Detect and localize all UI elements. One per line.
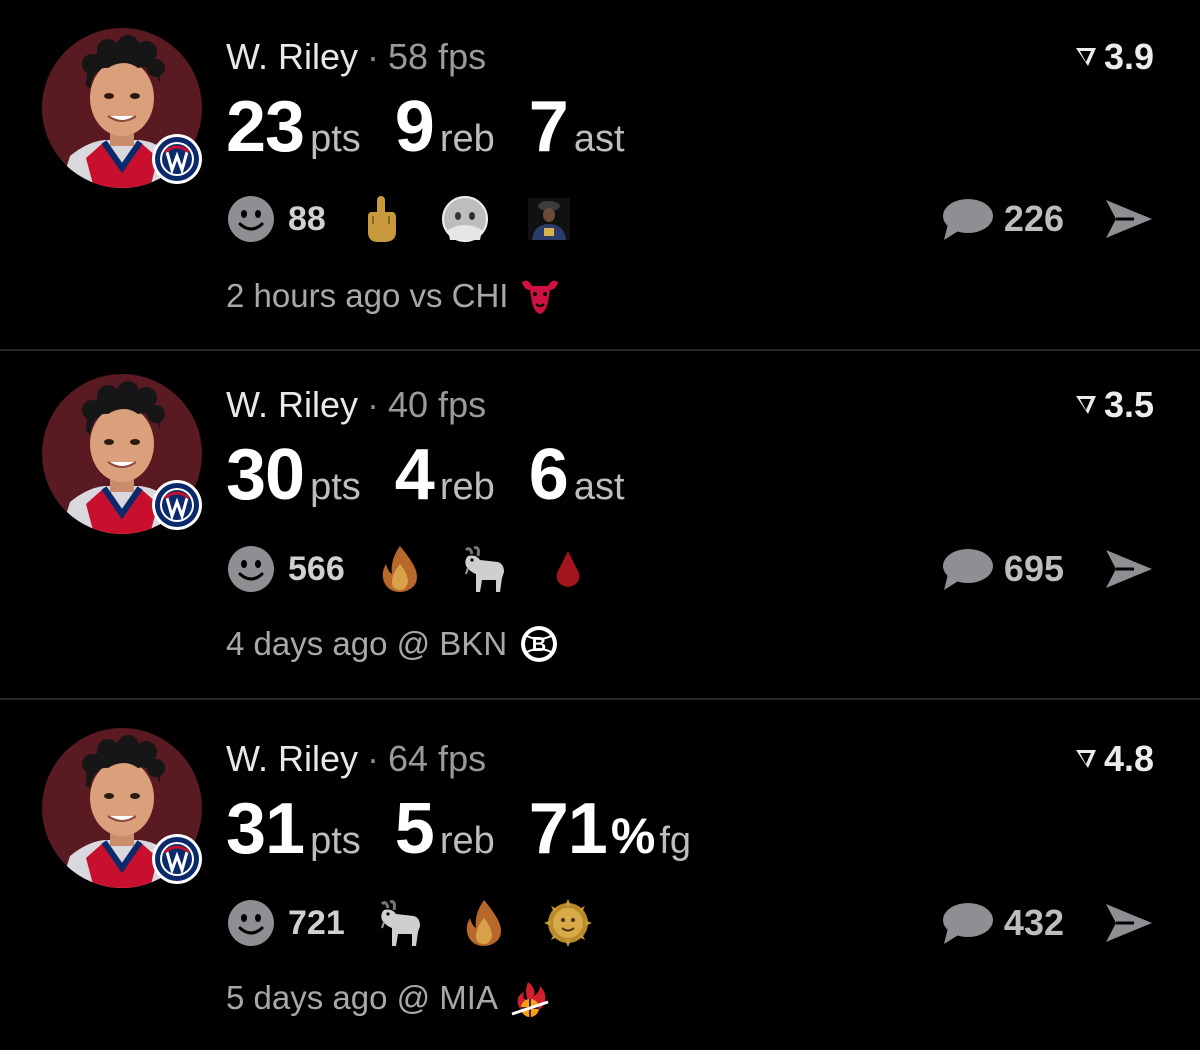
rating-icon xyxy=(1075,750,1096,768)
fg-unit: fg xyxy=(659,820,692,862)
rating-value: 3.5 xyxy=(1103,384,1154,425)
rating-icon xyxy=(1075,396,1096,414)
game-footer[interactable]: 5 days ago @ MIA xyxy=(226,976,552,1020)
smiley-reaction-icon[interactable] xyxy=(226,194,276,244)
rebounds-unit: reb xyxy=(439,118,495,160)
rating-value: 4.8 xyxy=(1103,738,1154,779)
rebounds-value: 4 xyxy=(394,435,435,515)
player-name[interactable]: W. Riley xyxy=(226,384,358,425)
speech-bubble-icon xyxy=(942,549,993,590)
comments[interactable]: 226 xyxy=(940,196,1154,242)
smiley-reaction-icon[interactable] xyxy=(226,544,276,594)
rebounds-value: 9 xyxy=(394,87,435,167)
heat-logo-icon xyxy=(508,976,552,1020)
person-photo-icon xyxy=(524,194,574,244)
share-arrow-icon[interactable] xyxy=(1104,548,1154,590)
wizards-logo-icon xyxy=(152,480,202,530)
game-info: 2 hours ago vs CHI xyxy=(226,277,509,314)
reactions-row: 721 xyxy=(226,898,627,948)
game-info: 4 days ago @ BKN xyxy=(226,625,508,662)
points-unit: pts xyxy=(310,118,361,160)
fantasy-points: 64 fps xyxy=(388,738,487,779)
stat-line: 23 pts 9 reb 7 ast xyxy=(226,86,659,168)
game-footer[interactable]: 2 hours ago vs CHI xyxy=(226,274,562,318)
fantasy-points: 58 fps xyxy=(388,36,487,77)
percent-sign: % xyxy=(610,808,656,864)
separator-dot: · xyxy=(367,36,380,77)
reaction-count[interactable]: 721 xyxy=(288,904,345,943)
card-header: W. Riley · 40 fps xyxy=(226,384,486,426)
comments[interactable]: 695 xyxy=(940,546,1154,592)
assists-unit: ast xyxy=(573,118,625,160)
smiley-reaction-icon[interactable] xyxy=(226,898,276,948)
goat-icon xyxy=(375,898,425,948)
speech-bubble-icon xyxy=(942,903,993,944)
rating-value: 3.9 xyxy=(1103,36,1154,77)
reactions-row: 88 xyxy=(226,194,608,244)
game-card[interactable]: W. Riley · 58 fps 3.9 23 pts 9 reb 7 ast 88 2… xyxy=(0,0,1200,348)
points-unit: pts xyxy=(310,466,361,508)
rating[interactable]: 4.8 xyxy=(1074,738,1154,780)
bulls-logo-icon xyxy=(518,274,562,318)
card-divider xyxy=(0,349,1200,351)
fire-icon xyxy=(459,898,509,948)
goat-icon xyxy=(459,544,509,594)
svg-text:B: B xyxy=(532,634,546,656)
card-header: W. Riley · 64 fps xyxy=(226,738,486,780)
stat-line: 30 pts 4 reb 6 ast xyxy=(226,434,659,516)
fg-percent-value: 71 xyxy=(528,789,608,869)
comment-count: 695 xyxy=(1003,548,1064,589)
rebounds-unit: reb xyxy=(439,820,495,862)
player-avatar[interactable] xyxy=(42,374,202,534)
game-card[interactable]: W. Riley · 64 fps 4.8 31 pts 5 reb 71% fg 721… xyxy=(0,702,1200,1050)
share-arrow-icon[interactable] xyxy=(1104,198,1154,240)
player-avatar[interactable] xyxy=(42,28,202,188)
points-value: 23 xyxy=(226,87,305,167)
comment-count: 226 xyxy=(1003,198,1064,239)
fire-icon xyxy=(375,544,425,594)
points-value: 30 xyxy=(226,435,305,515)
rating[interactable]: 3.5 xyxy=(1074,384,1154,426)
reaction-count[interactable]: 88 xyxy=(288,200,326,239)
wizards-logo-icon xyxy=(152,834,202,884)
comment-count: 432 xyxy=(1003,902,1064,943)
game-footer[interactable]: 4 days ago @ BKN B xyxy=(226,622,561,666)
middle-finger-icon xyxy=(356,194,406,244)
stat-line: 31 pts 5 reb 71% fg xyxy=(226,788,725,870)
assists-unit: ast xyxy=(573,466,625,508)
sun-face-icon xyxy=(543,898,593,948)
points-unit: pts xyxy=(310,820,361,862)
separator-dot: · xyxy=(367,738,380,779)
share-arrow-icon[interactable] xyxy=(1104,902,1154,944)
points-value: 31 xyxy=(226,789,305,869)
card-header: W. Riley · 58 fps xyxy=(226,36,486,78)
assists-value: 7 xyxy=(528,87,569,167)
rating-icon xyxy=(1075,48,1096,66)
player-name[interactable]: W. Riley xyxy=(226,738,358,779)
reaction-count[interactable]: 566 xyxy=(288,550,345,589)
rebounds-value: 5 xyxy=(394,789,435,869)
assists-value: 6 xyxy=(528,435,569,515)
fantasy-points: 40 fps xyxy=(388,384,487,425)
rating[interactable]: 3.9 xyxy=(1074,36,1154,78)
card-divider xyxy=(0,698,1200,700)
speech-bubble-icon xyxy=(942,199,993,240)
game-card[interactable]: W. Riley · 40 fps 3.5 30 pts 4 reb 6 ast 566 … xyxy=(0,352,1200,700)
separator-dot: · xyxy=(367,384,380,425)
rebounds-unit: reb xyxy=(439,466,495,508)
reactions-row: 566 xyxy=(226,544,627,594)
game-info: 5 days ago @ MIA xyxy=(226,979,498,1016)
drop-of-blood-icon xyxy=(543,544,593,594)
face-covering-icon xyxy=(440,194,490,244)
wizards-logo-icon xyxy=(152,134,202,184)
player-name[interactable]: W. Riley xyxy=(226,36,358,77)
player-avatar[interactable] xyxy=(42,728,202,888)
comments[interactable]: 432 xyxy=(940,900,1154,946)
nets-logo-icon: B xyxy=(517,622,561,666)
